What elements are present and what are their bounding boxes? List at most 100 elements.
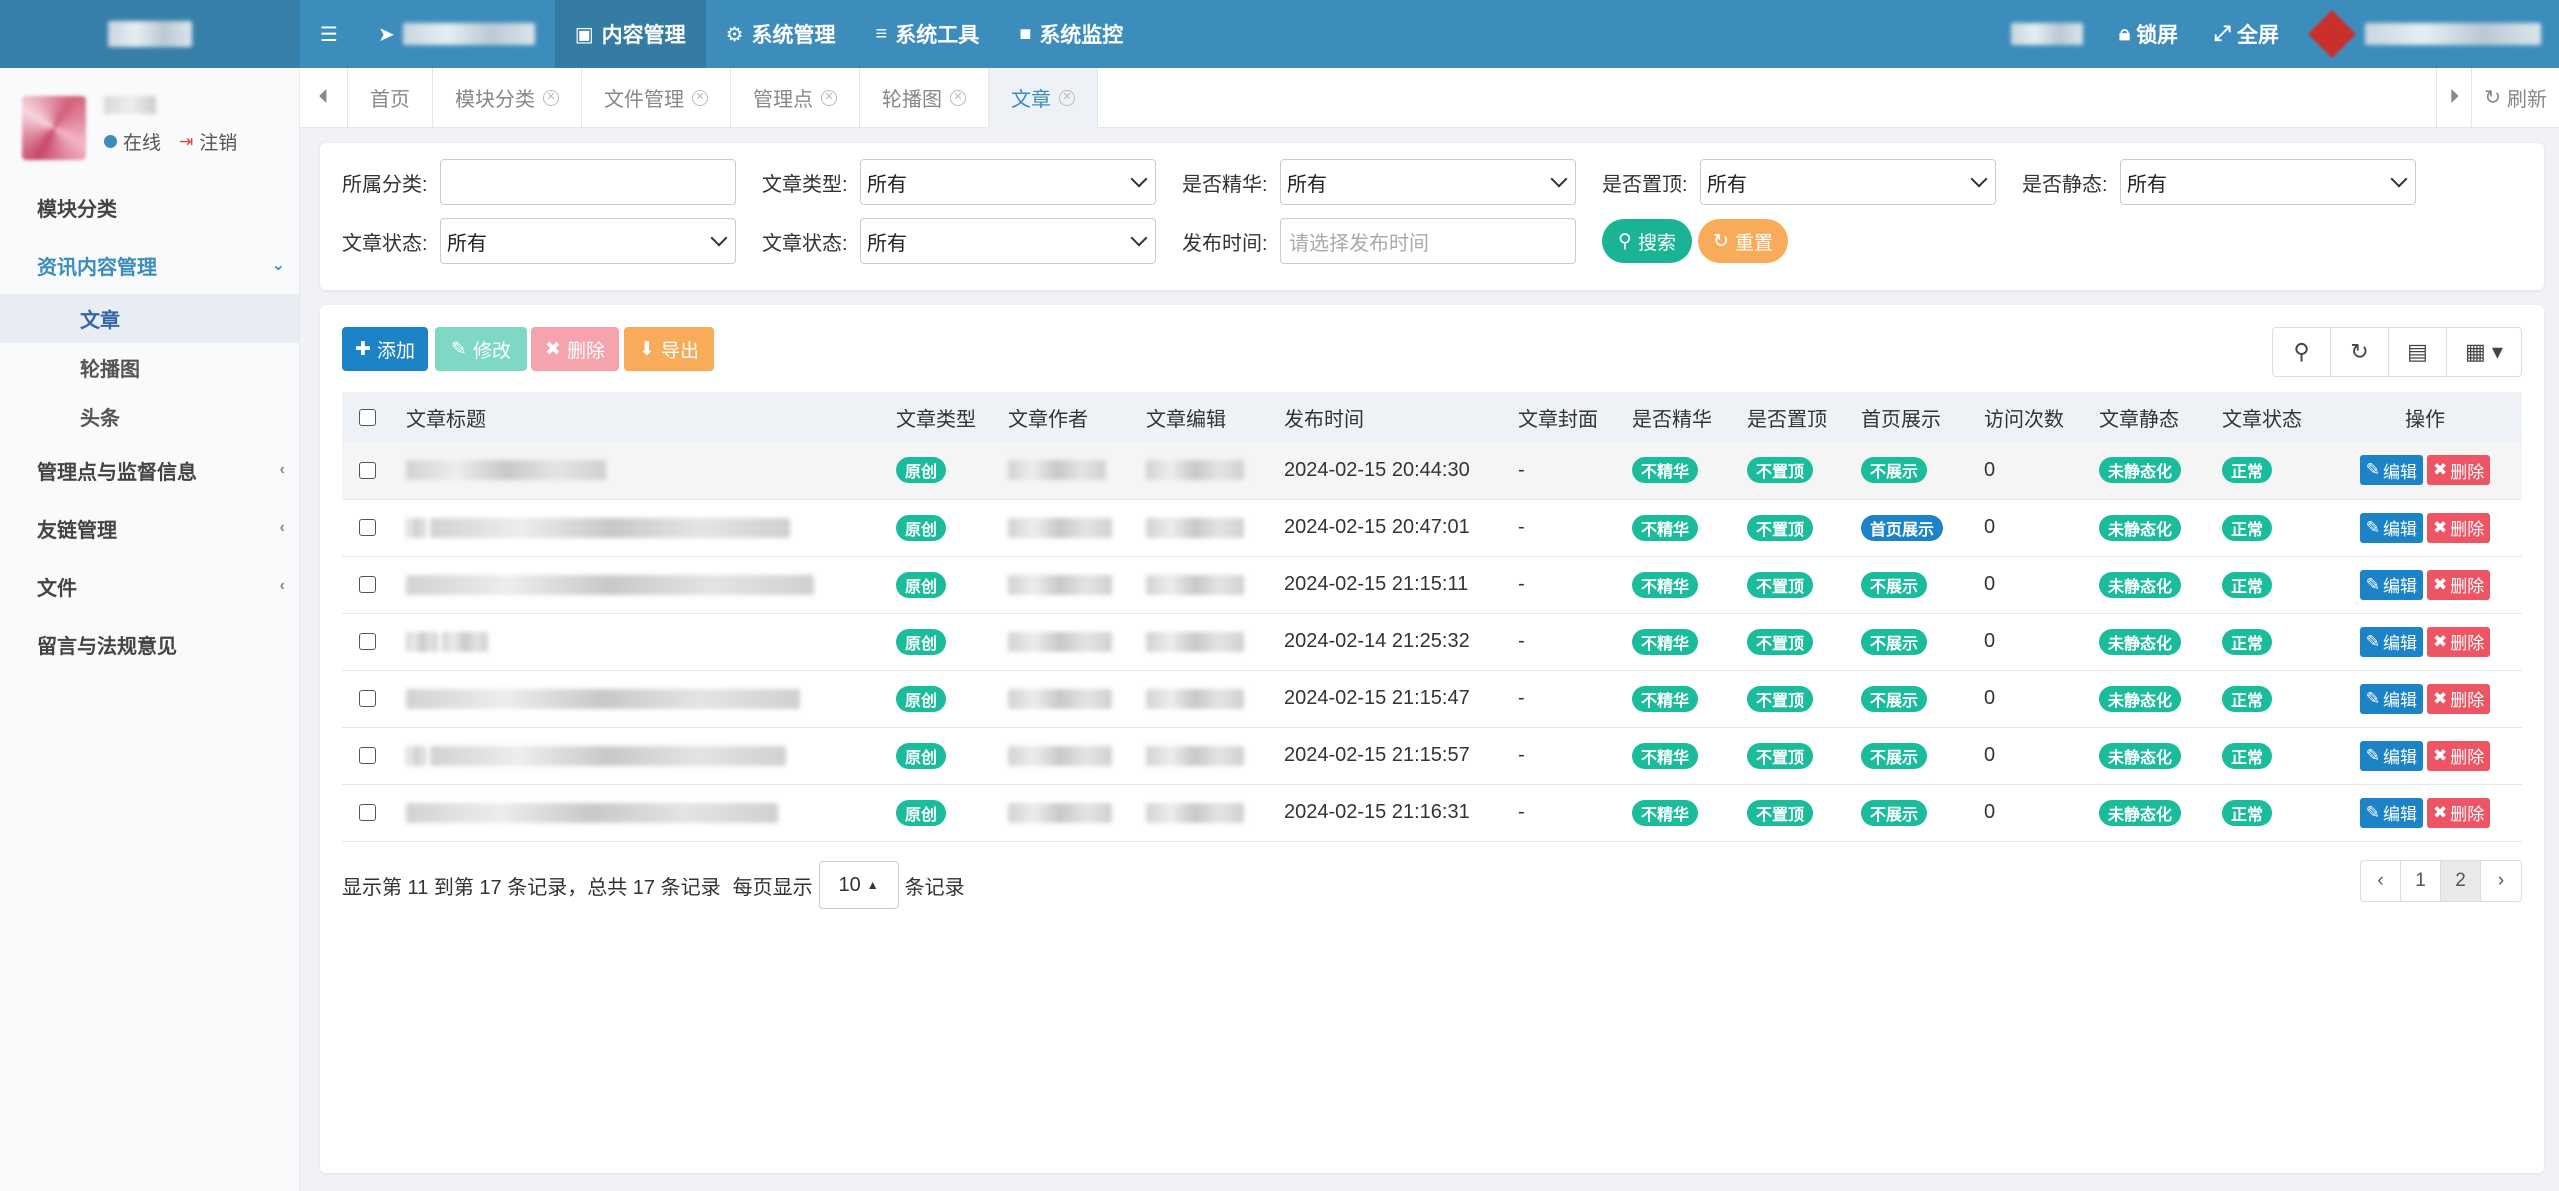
add-button[interactable]: ✚ 添加 [342, 327, 428, 371]
sidebar-item-files[interactable]: 文件 ‹ [0, 557, 299, 615]
row-edit-button[interactable]: ✎ 编辑 [2359, 455, 2423, 486]
row-delete-button[interactable]: ✖ 删除 [2427, 626, 2491, 657]
row-checkbox[interactable] [359, 804, 376, 822]
logout-link[interactable]: 注销 [199, 128, 237, 155]
top-nav-content[interactable]: ▣ 内容管理 [554, 0, 706, 68]
cell-title[interactable] [400, 613, 890, 670]
top-nav-home[interactable]: ➤ [358, 0, 555, 68]
refresh-table-button[interactable]: ↻ [2331, 328, 2389, 376]
cell-title[interactable] [400, 784, 890, 841]
row-checkbox[interactable] [359, 633, 376, 651]
cell-title[interactable] [400, 556, 890, 613]
page-button-2[interactable]: 2 [2441, 861, 2481, 901]
cell-title[interactable] [400, 499, 890, 556]
col-static[interactable]: 文章静态 [2093, 392, 2216, 442]
col-type[interactable]: 文章类型 [890, 392, 1002, 442]
table-row[interactable]: 原创 2024-02-15 21:16:31 - 不精华 不置顶 不展示 0 未… [342, 784, 2522, 841]
delete-button[interactable]: ✖ 删除 [531, 327, 619, 371]
close-icon[interactable]: ✕ [950, 89, 966, 106]
columns-button[interactable]: ▦ ▾ [2447, 328, 2521, 376]
tabs-scroll-left-button[interactable]: ⏴ [300, 67, 348, 128]
tab-home[interactable]: 首页 [348, 67, 433, 128]
row-edit-button[interactable]: ✎ 编辑 [2359, 569, 2423, 600]
page-button-1[interactable]: 1 [2401, 861, 2441, 901]
row-delete-button[interactable]: ✖ 删除 [2427, 797, 2491, 828]
table-row[interactable]: 原创 2024-02-15 20:44:30 - 不精华 不置顶 不展示 0 未… [342, 442, 2522, 499]
row-edit-button[interactable]: ✎ 编辑 [2359, 740, 2423, 771]
next-page-button[interactable]: › [2481, 861, 2521, 901]
static-select[interactable]: 所有 [2120, 159, 2416, 205]
col-time[interactable]: 发布时间 [1278, 392, 1512, 442]
cell-title[interactable] [400, 442, 890, 499]
cell-title[interactable] [400, 670, 890, 727]
row-delete-button[interactable]: ✖ 删除 [2427, 740, 2491, 771]
row-checkbox[interactable] [359, 576, 376, 594]
toggle-view-button[interactable]: ▤ [2389, 328, 2447, 376]
status2-select[interactable]: 所有 [860, 218, 1156, 264]
close-icon[interactable]: ✕ [543, 89, 559, 106]
sidebar-item-feedback[interactable]: 留言与法规意见 [0, 615, 299, 673]
row-checkbox[interactable] [359, 519, 376, 537]
select-all-checkbox[interactable] [359, 408, 376, 426]
row-delete-button[interactable]: ✖ 删除 [2427, 455, 2491, 486]
close-icon[interactable]: ✕ [1059, 89, 1075, 106]
status1-select[interactable]: 所有 [440, 218, 736, 264]
row-edit-button[interactable]: ✎ 编辑 [2359, 797, 2423, 828]
row-edit-button[interactable]: ✎ 编辑 [2359, 683, 2423, 714]
sidebar-toggle-button[interactable]: ☰ [300, 0, 358, 68]
sidebar-item-headline[interactable]: 头条 [0, 392, 299, 441]
logout-icon[interactable]: ⇥ [179, 132, 193, 152]
row-checkbox[interactable] [359, 461, 376, 479]
sidebar-item-carousel[interactable]: 轮播图 [0, 343, 299, 392]
row-delete-button[interactable]: ✖ 删除 [2427, 512, 2491, 543]
logo[interactable] [0, 0, 300, 68]
top-nav-tools[interactable]: ≡ 系统工具 [856, 0, 1000, 68]
table-row[interactable]: 原创 2024-02-14 21:25:32 - 不精华 不置顶 不展示 0 未… [342, 613, 2522, 670]
refresh-tab-button[interactable]: ↻ 刷新 [2471, 67, 2559, 128]
row-checkbox[interactable] [359, 747, 376, 765]
sidebar-item-module-category[interactable]: 模块分类 [0, 178, 299, 236]
pinned-select[interactable]: 所有 [1700, 159, 1996, 205]
col-title[interactable]: 文章标题 [400, 392, 890, 442]
row-delete-button[interactable]: ✖ 删除 [2427, 683, 2491, 714]
type-select[interactable]: 所有 [860, 159, 1156, 205]
row-edit-button[interactable]: ✎ 编辑 [2359, 626, 2423, 657]
table-row[interactable]: 原创 2024-02-15 20:47:01 - 不精华 不置顶 首页展示 0 … [342, 499, 2522, 556]
prev-page-button[interactable]: ‹ [2361, 861, 2401, 901]
col-home[interactable]: 首页展示 [1855, 392, 1978, 442]
table-row[interactable]: 原创 2024-02-15 21:15:47 - 不精华 不置顶 不展示 0 未… [342, 670, 2522, 727]
table-row[interactable]: 原创 2024-02-15 21:15:57 - 不精华 不置顶 不展示 0 未… [342, 727, 2522, 784]
featured-select[interactable]: 所有 [1280, 159, 1576, 205]
lock-screen-button[interactable]: 🔒︎ 锁屏 [2101, 0, 2196, 68]
cell-title[interactable] [400, 727, 890, 784]
page-size-dropdown[interactable]: 10 ▲ [818, 861, 899, 909]
close-icon[interactable]: ✕ [692, 89, 708, 106]
tab-module-category[interactable]: 模块分类 ✕ [433, 67, 582, 128]
col-visits[interactable]: 访问次数 [1978, 392, 2093, 442]
fullscreen-button[interactable]: ⤢ 全屏 [2196, 0, 2297, 68]
col-pinned[interactable]: 是否置顶 [1741, 392, 1855, 442]
col-editor[interactable]: 文章编辑 [1140, 392, 1278, 442]
col-featured[interactable]: 是否精华 [1626, 392, 1741, 442]
top-nav-monitor[interactable]: ■ 系统监控 [999, 0, 1143, 68]
tab-article[interactable]: 文章 ✕ [989, 67, 1098, 128]
tab-file-management[interactable]: 文件管理 ✕ [582, 67, 731, 128]
message-button[interactable] [1993, 0, 2101, 68]
user-menu[interactable] [2297, 0, 2559, 68]
sidebar-item-article[interactable]: 文章 [0, 294, 299, 343]
top-nav-system[interactable]: ⚙ 系统管理 [706, 0, 856, 68]
reset-button[interactable]: ↻ 重置 [1698, 219, 1788, 263]
row-edit-button[interactable]: ✎ 编辑 [2359, 512, 2423, 543]
close-icon[interactable]: ✕ [821, 89, 837, 106]
sidebar-item-news-content[interactable]: 资讯内容管理 ⌄ [0, 236, 299, 294]
col-status[interactable]: 文章状态 [2216, 392, 2328, 442]
export-button[interactable]: ⬇ 导出 [624, 327, 714, 371]
tabs-scroll-right-button[interactable]: ⏵ [2436, 67, 2471, 128]
col-cover[interactable]: 文章封面 [1512, 392, 1626, 442]
tab-carousel[interactable]: 轮播图 ✕ [860, 67, 989, 128]
sidebar-item-management-points[interactable]: 管理点与监督信息 ‹ [0, 441, 299, 499]
row-delete-button[interactable]: ✖ 删除 [2427, 569, 2491, 600]
category-input[interactable] [440, 159, 736, 205]
col-author[interactable]: 文章作者 [1002, 392, 1140, 442]
toggle-search-button[interactable]: ⚲ [2273, 328, 2331, 376]
